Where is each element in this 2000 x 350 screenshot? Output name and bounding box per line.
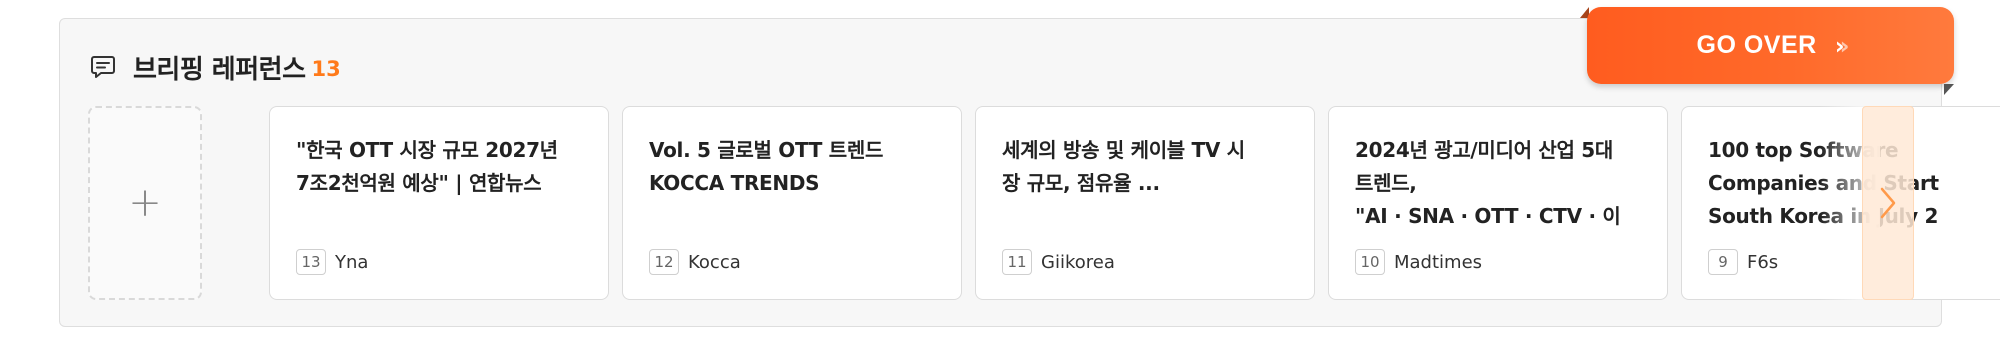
chevron-right-icon [1880,187,1896,219]
reference-source: Kocca [688,251,741,273]
reference-card-title-line: 장 규모, 점유율 ... [1002,171,1160,195]
chat-bubble-icon [89,53,117,81]
reference-source: Giikorea [1041,251,1115,273]
go-over-label: GO OVER [1696,31,1817,59]
go-over-button[interactable]: GO OVER ›› [1587,7,1954,84]
next-page-button[interactable] [1862,106,1914,300]
reference-card-title-line: 트렌드, [1355,171,1417,195]
reference-card-meta: 9 F6s [1708,249,1778,275]
reference-number-badge: 9 [1708,249,1738,275]
reference-card-title: 100 top Software Companies and Start South… [1708,134,1996,233]
reference-card-title-line: "AI · SNA · OTT · CTV · 이커... [1355,204,1621,228]
reference-card-title: Vol. 5 글로벌 OTT 트렌드 KOCCA TRENDS [649,134,937,233]
reference-number-badge: 13 [296,249,326,275]
reference-card-title-line: "한국 OTT 시장 규모 2027년 [296,138,558,162]
plus-icon: + [128,180,162,226]
reference-card-meta: 11 Giikorea [1002,249,1115,275]
reference-source: F6s [1747,251,1779,273]
add-reference-button[interactable]: + [88,106,202,300]
reference-card-title: 2024년 광고/미디어 산업 5대트렌드, "AI · SNA · OTT · … [1355,134,1643,233]
reference-card-title-line: 2024년 광고/미디어 산업 5대 [1355,138,1613,162]
reference-card[interactable]: 2024년 광고/미디어 산업 5대트렌드, "AI · SNA · OTT · … [1328,106,1668,300]
reference-card-title: "한국 OTT 시장 규모 2027년 7조2천억원 예상" | 연합뉴스 [296,134,584,233]
reference-card-title-line: 100 top Software [1708,138,1899,162]
reference-count: 13 [311,57,341,81]
reference-card-title-line: 7조2천억원 예상" | 연합뉴스 [296,171,542,195]
reference-card[interactable]: 100 top Software Companies and Start South… [1681,106,2000,300]
section-title: 브리핑 레퍼런스 [133,54,306,85]
reference-card[interactable]: 세계의 방송 및 케이블 TV 시장 규모, 점유율 ... 11 Giikorea [975,106,1315,300]
double-chevron-icon: ›› [1834,31,1850,60]
reference-card[interactable]: "한국 OTT 시장 규모 2027년 7조2천억원 예상" | 연합뉴스 13 Yn… [269,106,609,300]
reference-card-meta: 13 Yna [296,249,368,275]
reference-source: Yna [335,251,369,273]
reference-card[interactable]: Vol. 5 글로벌 OTT 트렌드 KOCCA TRENDS 12 Kocca [622,106,962,300]
section-header: 브리핑 레퍼런스 13 [89,49,341,85]
reference-card-title-line: 세계의 방송 및 케이블 TV 시 [1002,138,1245,162]
reference-card-title-line: KOCCA TRENDS [649,171,820,195]
reference-card-title-line: Companies and Start [1708,171,1939,195]
reference-card-title-line: South Korea in July 2 [1708,204,1939,228]
reference-number-badge: 11 [1002,249,1032,275]
reference-source: Madtimes [1394,251,1483,273]
reference-card-title: 세계의 방송 및 케이블 TV 시장 규모, 점유율 ... [1002,134,1290,233]
reference-card-meta: 10 Madtimes [1355,249,1482,275]
reference-number-badge: 12 [649,249,679,275]
reference-card-title-line: Vol. 5 글로벌 OTT 트렌드 [649,138,884,162]
ribbon-fold-right [1944,84,1954,95]
reference-card-meta: 12 Kocca [649,249,741,275]
reference-number-badge: 10 [1355,249,1385,275]
